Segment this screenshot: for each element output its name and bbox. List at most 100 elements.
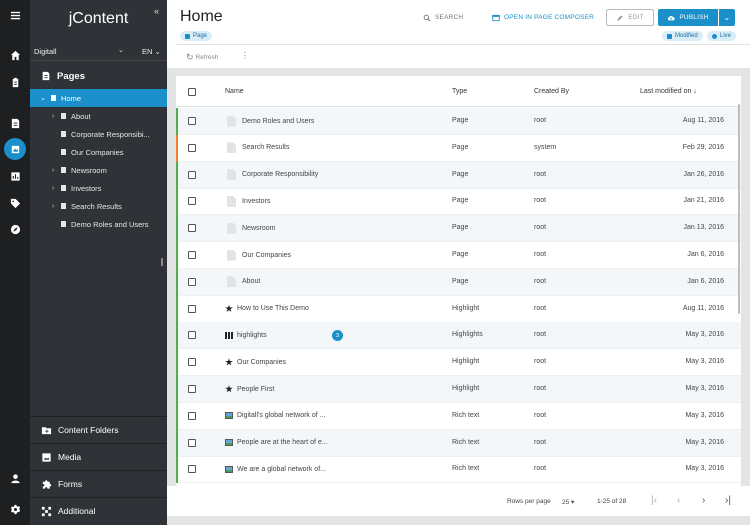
row-checkbox[interactable] — [188, 224, 196, 233]
pages-accordion-header[interactable]: Pages — [30, 66, 167, 86]
language-selector[interactable]: EN ⌄ — [142, 47, 161, 56]
tree-item[interactable]: › About — [30, 107, 167, 125]
name-cell: Newsroom — [227, 220, 275, 236]
row-last-modified: Jan 21, 2016 — [683, 197, 724, 205]
chart-icon[interactable] — [0, 165, 30, 187]
next-page-button[interactable]: › — [702, 495, 705, 506]
rows-per-page-value: 25 — [562, 499, 570, 506]
row-checkbox[interactable] — [188, 170, 196, 179]
table-row[interactable]: highlights 3 Highlights root May 3, 2016 — [176, 322, 741, 350]
row-checkbox[interactable] — [188, 385, 196, 393]
tree-item[interactable]: › Investors — [30, 179, 167, 197]
row-checkbox[interactable] — [188, 411, 196, 420]
table-row[interactable]: Our Companies Page root Jan 6, 2016 — [176, 242, 741, 269]
more-actions-icon[interactable]: ⋮ — [241, 51, 249, 60]
accordion-media[interactable]: Media — [30, 443, 167, 470]
row-checkbox[interactable] — [188, 438, 196, 447]
status-indicator — [176, 295, 178, 323]
content-header: Home Page SEARCH OPEN IN PAGE COMPOSER E… — [167, 0, 750, 68]
chevron-right-icon[interactable]: › — [48, 113, 58, 120]
status-modified-label: Modified — [675, 33, 698, 39]
table-row[interactable]: About Page root Jan 6, 2016 — [176, 268, 741, 296]
menu-icon[interactable] — [0, 4, 30, 26]
row-created-by: root — [534, 224, 547, 232]
tree-item[interactable]: › Newsroom — [30, 161, 167, 179]
name-cell: Corporate Responsibility — [227, 167, 318, 183]
chevron-down-icon[interactable]: ⌄ — [118, 46, 124, 54]
tag-icon[interactable] — [0, 192, 30, 214]
resize-handle[interactable] — [161, 258, 163, 266]
row-created-by: root — [534, 277, 547, 285]
tree-item[interactable]: ⌄ Home — [30, 89, 167, 107]
chevron-right-icon[interactable]: › — [48, 185, 58, 192]
column-header-type[interactable]: Type — [452, 88, 467, 95]
table-row[interactable]: Corporate Responsibility Page root Jan 26, … — [176, 161, 741, 189]
compass-icon[interactable] — [0, 218, 30, 240]
open-page-composer-button[interactable]: OPEN IN PAGE COMPOSER — [492, 9, 594, 26]
content-icon[interactable] — [0, 112, 30, 134]
row-checkbox[interactable] — [188, 251, 196, 259]
row-checkbox[interactable] — [188, 277, 196, 286]
site-selector[interactable]: Digitall — [34, 47, 57, 56]
row-checkbox[interactable] — [188, 358, 196, 367]
search-button[interactable]: SEARCH — [423, 9, 463, 26]
table-row[interactable]: We are a global network of... Rich text ro… — [176, 456, 741, 484]
pagination: Rows per page 25 ▾ 1-25 of 28 |‹ ‹ › ›| — [167, 486, 750, 516]
clipboard-icon[interactable] — [0, 71, 30, 93]
collapse-sidebar-icon[interactable]: « — [154, 6, 159, 16]
tree-item[interactable]: Our Companies — [30, 143, 167, 161]
publish-menu-button[interactable]: ⌄ — [719, 9, 735, 26]
tree-item[interactable]: › Search Results — [30, 197, 167, 215]
table-row[interactable]: People are at the heart of e... Rich text… — [176, 429, 741, 457]
chevron-right-icon[interactable]: › — [48, 203, 58, 210]
row-checkbox[interactable] — [188, 465, 196, 474]
status-indicator — [176, 268, 178, 296]
refresh-button[interactable]: ↻ Refresh — [186, 52, 218, 63]
edit-button[interactable]: EDIT — [606, 9, 654, 26]
row-last-modified: Aug 11, 2016 — [682, 304, 724, 312]
column-header-created-by[interactable]: Created By — [534, 88, 569, 95]
first-page-button[interactable]: |‹ — [651, 495, 657, 506]
table-row[interactable]: Demo Roles and Users Page root Aug 11, 2016 — [176, 108, 741, 135]
row-checkbox[interactable] — [188, 197, 196, 206]
table-row[interactable]: People First Highlight root May 3, 2016 — [176, 376, 741, 403]
table-row[interactable]: Our Companies Highlight root May 3, 2016 — [176, 349, 741, 377]
row-checkbox[interactable] — [188, 117, 196, 125]
prev-page-button[interactable]: ‹ — [677, 495, 680, 506]
home-icon[interactable] — [0, 44, 30, 66]
row-last-modified: Feb 29, 2016 — [682, 143, 724, 151]
richtext-icon — [225, 412, 233, 420]
chevron-down-icon[interactable]: ⌄ — [38, 94, 48, 102]
row-last-modified: Aug 11, 2016 — [682, 117, 724, 124]
table-row[interactable]: How to Use This Demo Highlight root Aug 11,… — [176, 295, 741, 323]
publish-button[interactable]: PUBLISH — [658, 9, 718, 26]
row-type: Highlights — [452, 331, 483, 339]
row-checkbox[interactable] — [188, 143, 196, 152]
chevron-right-icon[interactable]: › — [48, 167, 58, 174]
column-header-name[interactable]: Name — [225, 88, 244, 95]
accordion-forms[interactable]: Forms — [30, 470, 167, 497]
page-icon — [42, 71, 50, 81]
user-icon[interactable] — [0, 467, 30, 489]
accordion-additional[interactable]: Additional — [30, 497, 167, 524]
file-icon — [227, 115, 236, 127]
select-all-checkbox[interactable] — [188, 88, 196, 96]
column-header-last-modified[interactable]: Last modified on ↓ — [640, 88, 697, 95]
content-table: Name Type Created By Last modified on ↓ … — [176, 76, 741, 486]
page-icon — [61, 167, 66, 173]
tree-item[interactable]: Demo Roles and Users — [30, 215, 167, 233]
accordion-content-folders[interactable]: Content Folders — [30, 416, 167, 443]
table-row[interactable]: Newsroom Page root Jan 13, 2016 — [176, 215, 741, 243]
gear-icon[interactable] — [0, 498, 30, 520]
row-checkbox[interactable] — [188, 331, 196, 340]
table-scrollbar[interactable] — [738, 104, 740, 314]
rows-per-page-select[interactable]: 25 ▾ — [562, 498, 574, 506]
last-page-button[interactable]: ›| — [725, 495, 731, 506]
tree-item[interactable]: Corporate Responsibi... — [30, 125, 167, 143]
row-checkbox[interactable] — [188, 304, 196, 313]
table-row[interactable]: Search Results Page system Feb 29, 2016 — [176, 134, 741, 162]
table-row[interactable]: Digitall's global network of ... Rich tex… — [176, 402, 741, 430]
pages-icon[interactable] — [0, 138, 30, 160]
table-row[interactable]: Investors Page root Jan 21, 2016 — [176, 188, 741, 216]
row-name: Investors — [242, 197, 271, 205]
